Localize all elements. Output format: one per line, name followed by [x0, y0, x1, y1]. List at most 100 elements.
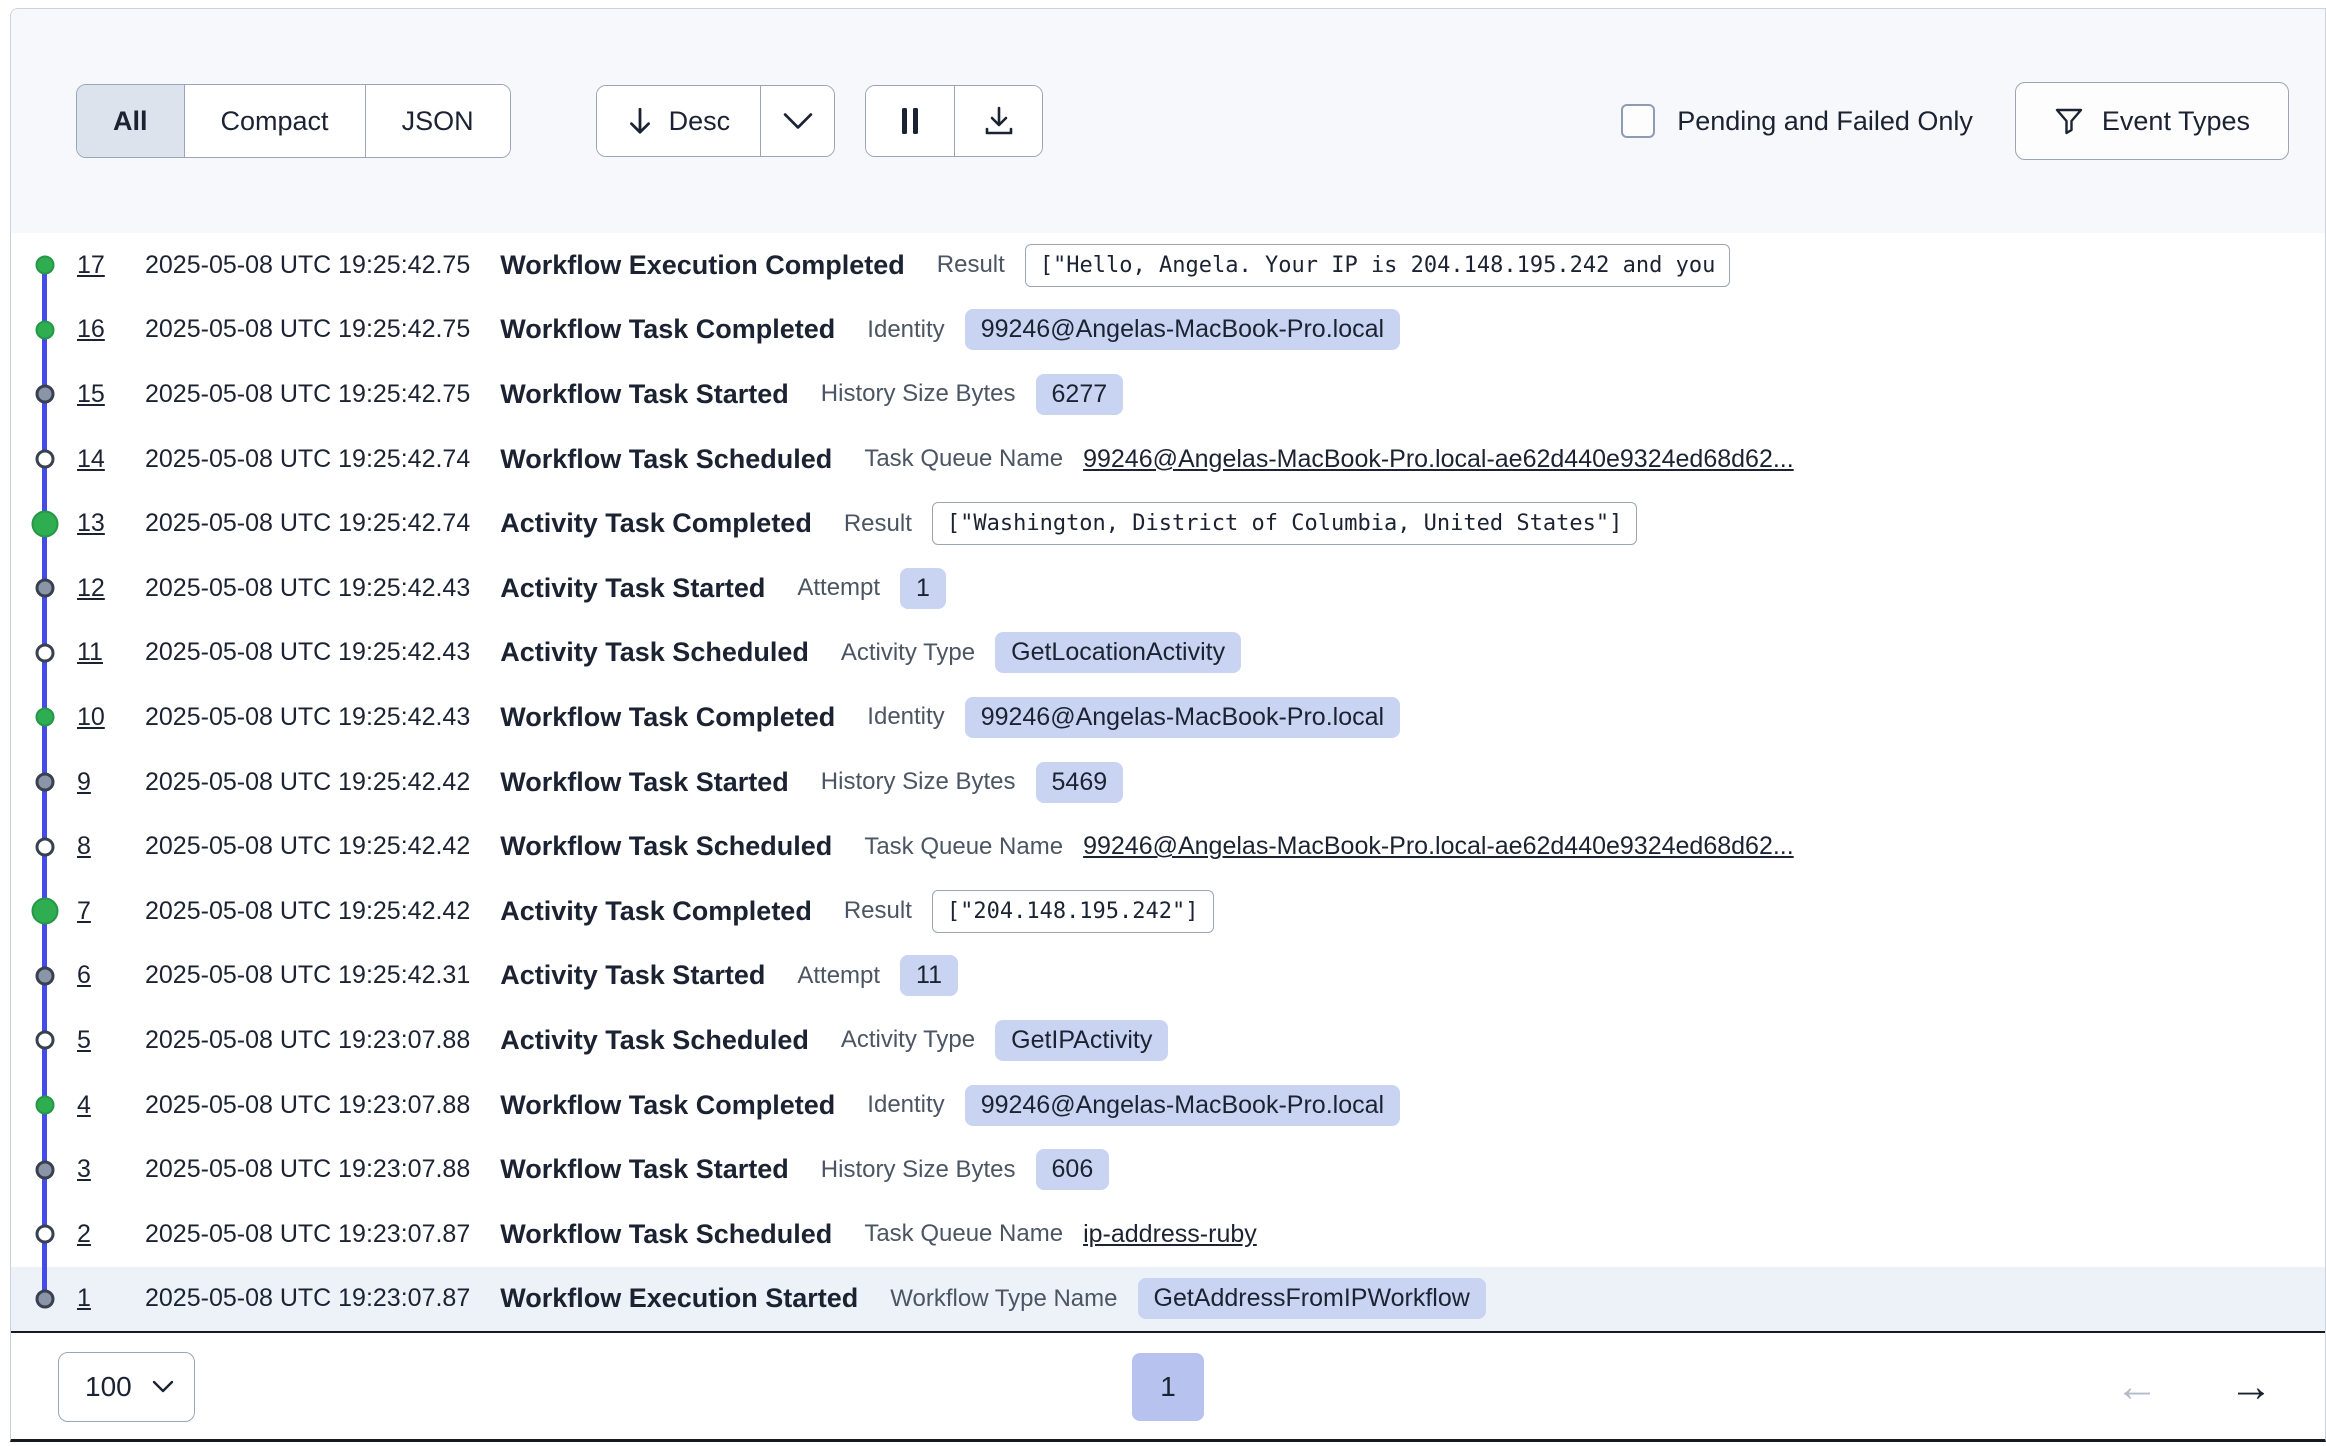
event-status-dot: [35, 320, 54, 339]
pause-icon: [898, 106, 922, 136]
toolbar-left: All Compact JSON Desc: [76, 84, 1043, 158]
event-attr-value-link[interactable]: ip-address-ruby: [1083, 1220, 1257, 1249]
event-attr-value: GetLocationActivity: [995, 632, 1241, 673]
event-id-link[interactable]: 2: [77, 1220, 111, 1249]
sort-desc-button[interactable]: Desc: [597, 86, 761, 156]
event-history-rows: 17 2025-05-08 UTC 19:25:42.75 Workflow E…: [11, 233, 2325, 1331]
sort-label: Desc: [669, 106, 731, 137]
page-size-select[interactable]: 100: [58, 1352, 195, 1422]
event-attr-label: Activity Type: [841, 1026, 975, 1054]
event-status-dot: [35, 643, 54, 662]
event-attr-label: History Size Bytes: [821, 768, 1016, 796]
event-name: Activity Task Completed: [500, 896, 812, 927]
event-name: Workflow Task Scheduled: [500, 1219, 832, 1250]
event-row[interactable]: 16 2025-05-08 UTC 19:25:42.75 Workflow T…: [11, 298, 2325, 363]
event-attr-value-link[interactable]: 99246@Angelas-MacBook-Pro.local-ae62d440…: [1083, 832, 1794, 861]
event-attr-value: 99246@Angelas-MacBook-Pro.local: [965, 309, 1400, 350]
tab-json[interactable]: JSON: [365, 85, 510, 157]
download-button[interactable]: [954, 86, 1042, 156]
event-row[interactable]: 12 2025-05-08 UTC 19:25:42.43 Activity T…: [11, 556, 2325, 621]
event-row[interactable]: 10 2025-05-08 UTC 19:25:42.43 Workflow T…: [11, 685, 2325, 750]
event-row[interactable]: 3 2025-05-08 UTC 19:23:07.88 Workflow Ta…: [11, 1137, 2325, 1202]
event-timestamp: 2025-05-08 UTC 19:23:07.87: [145, 1220, 470, 1249]
pagination-bar: 100 1 ← →: [11, 1331, 2325, 1440]
event-id-link[interactable]: 4: [77, 1091, 111, 1120]
event-row[interactable]: 2 2025-05-08 UTC 19:23:07.87 Workflow Ta…: [11, 1202, 2325, 1267]
event-status-dot: [35, 1289, 54, 1308]
event-row[interactable]: 11 2025-05-08 UTC 19:25:42.43 Activity T…: [11, 621, 2325, 686]
event-row[interactable]: 13 2025-05-08 UTC 19:25:42.74 Activity T…: [11, 491, 2325, 556]
event-status-dot: [35, 1225, 54, 1244]
event-history-list: 17 2025-05-08 UTC 19:25:42.75 Workflow E…: [11, 233, 2325, 1331]
event-row[interactable]: 9 2025-05-08 UTC 19:25:42.42 Workflow Ta…: [11, 750, 2325, 815]
event-timestamp: 2025-05-08 UTC 19:25:42.42: [145, 897, 470, 926]
event-id-link[interactable]: 14: [77, 445, 111, 474]
event-id-link[interactable]: 16: [77, 315, 111, 344]
event-row[interactable]: 7 2025-05-08 UTC 19:25:42.42 Activity Ta…: [11, 879, 2325, 944]
event-status-dot: [31, 510, 58, 537]
funnel-icon: [2054, 106, 2084, 136]
event-id-link[interactable]: 15: [77, 380, 111, 409]
event-timestamp: 2025-05-08 UTC 19:25:42.74: [145, 445, 470, 474]
event-attr-label: Task Queue Name: [864, 1220, 1063, 1248]
event-id-link[interactable]: 9: [77, 768, 111, 797]
event-name: Workflow Task Scheduled: [500, 831, 832, 862]
event-id-link[interactable]: 3: [77, 1155, 111, 1184]
arrow-left-icon[interactable]: ←: [2115, 1365, 2159, 1409]
event-row[interactable]: 14 2025-05-08 UTC 19:25:42.74 Workflow T…: [11, 427, 2325, 492]
event-row[interactable]: 15 2025-05-08 UTC 19:25:42.75 Workflow T…: [11, 362, 2325, 427]
event-timestamp: 2025-05-08 UTC 19:23:07.88: [145, 1026, 470, 1055]
event-id-link[interactable]: 8: [77, 832, 111, 861]
event-id-link[interactable]: 6: [77, 961, 111, 990]
event-id-link[interactable]: 11: [77, 638, 111, 667]
event-name: Workflow Task Completed: [500, 1090, 835, 1121]
event-attr-value: ["204.148.195.242"]: [932, 890, 1214, 933]
event-status-dot: [35, 1031, 54, 1050]
event-timestamp: 2025-05-08 UTC 19:25:42.31: [145, 961, 470, 990]
event-timestamp: 2025-05-08 UTC 19:23:07.88: [145, 1091, 470, 1120]
pending-failed-filter[interactable]: Pending and Failed Only: [1621, 104, 1973, 138]
event-name: Workflow Task Started: [500, 767, 789, 798]
event-timestamp: 2025-05-08 UTC 19:25:42.43: [145, 703, 470, 732]
event-attr-value: ["Hello, Angela. Your IP is 204.148.195.…: [1025, 244, 1731, 287]
event-row[interactable]: 1 2025-05-08 UTC 19:23:07.87 Workflow Ex…: [11, 1267, 2325, 1332]
event-attr-value: 99246@Angelas-MacBook-Pro.local: [965, 697, 1400, 738]
event-id-link[interactable]: 5: [77, 1026, 111, 1055]
event-id-link[interactable]: 7: [77, 897, 111, 926]
event-name: Activity Task Started: [500, 960, 765, 991]
event-attr-label: Attempt: [797, 962, 880, 990]
event-attr-label: Attempt: [797, 574, 880, 602]
event-attr-label: Identity: [867, 316, 944, 344]
event-types-button[interactable]: Event Types: [2015, 82, 2289, 160]
event-id-link[interactable]: 17: [77, 251, 111, 280]
event-row[interactable]: 17 2025-05-08 UTC 19:25:42.75 Workflow E…: [11, 233, 2325, 298]
event-row[interactable]: 4 2025-05-08 UTC 19:23:07.88 Workflow Ta…: [11, 1073, 2325, 1138]
event-row[interactable]: 5 2025-05-08 UTC 19:23:07.88 Activity Ta…: [11, 1008, 2325, 1073]
event-attr-label: History Size Bytes: [821, 1156, 1016, 1184]
event-attr-label: Activity Type: [841, 639, 975, 667]
event-timestamp: 2025-05-08 UTC 19:25:42.74: [145, 509, 470, 538]
tab-compact[interactable]: Compact: [184, 85, 365, 157]
event-id-link[interactable]: 1: [77, 1284, 111, 1313]
event-id-link[interactable]: 10: [77, 703, 111, 732]
arrow-right-icon[interactable]: →: [2229, 1365, 2273, 1409]
event-name: Activity Task Scheduled: [500, 637, 809, 668]
event-name: Workflow Task Started: [500, 1154, 789, 1185]
current-page-button[interactable]: 1: [1132, 1353, 1204, 1421]
event-attr-value-link[interactable]: 99246@Angelas-MacBook-Pro.local-ae62d440…: [1083, 445, 1794, 474]
event-id-link[interactable]: 13: [77, 509, 111, 538]
sort-dropdown-button[interactable]: [760, 86, 834, 156]
event-attr-value: GetAddressFromIPWorkflow: [1138, 1278, 1486, 1319]
event-attr-label: History Size Bytes: [821, 380, 1016, 408]
event-attr-label: Task Queue Name: [864, 833, 1063, 861]
event-row[interactable]: 6 2025-05-08 UTC 19:25:42.31 Activity Ta…: [11, 944, 2325, 1009]
event-name: Activity Task Completed: [500, 508, 812, 539]
pending-failed-checkbox[interactable]: [1621, 104, 1655, 138]
event-id-link[interactable]: 12: [77, 574, 111, 603]
event-name: Activity Task Started: [500, 573, 765, 604]
event-timestamp: 2025-05-08 UTC 19:23:07.88: [145, 1155, 470, 1184]
event-row[interactable]: 8 2025-05-08 UTC 19:25:42.42 Workflow Ta…: [11, 814, 2325, 879]
event-name: Workflow Task Scheduled: [500, 444, 832, 475]
pause-button[interactable]: [866, 86, 954, 156]
tab-all[interactable]: All: [77, 85, 184, 157]
